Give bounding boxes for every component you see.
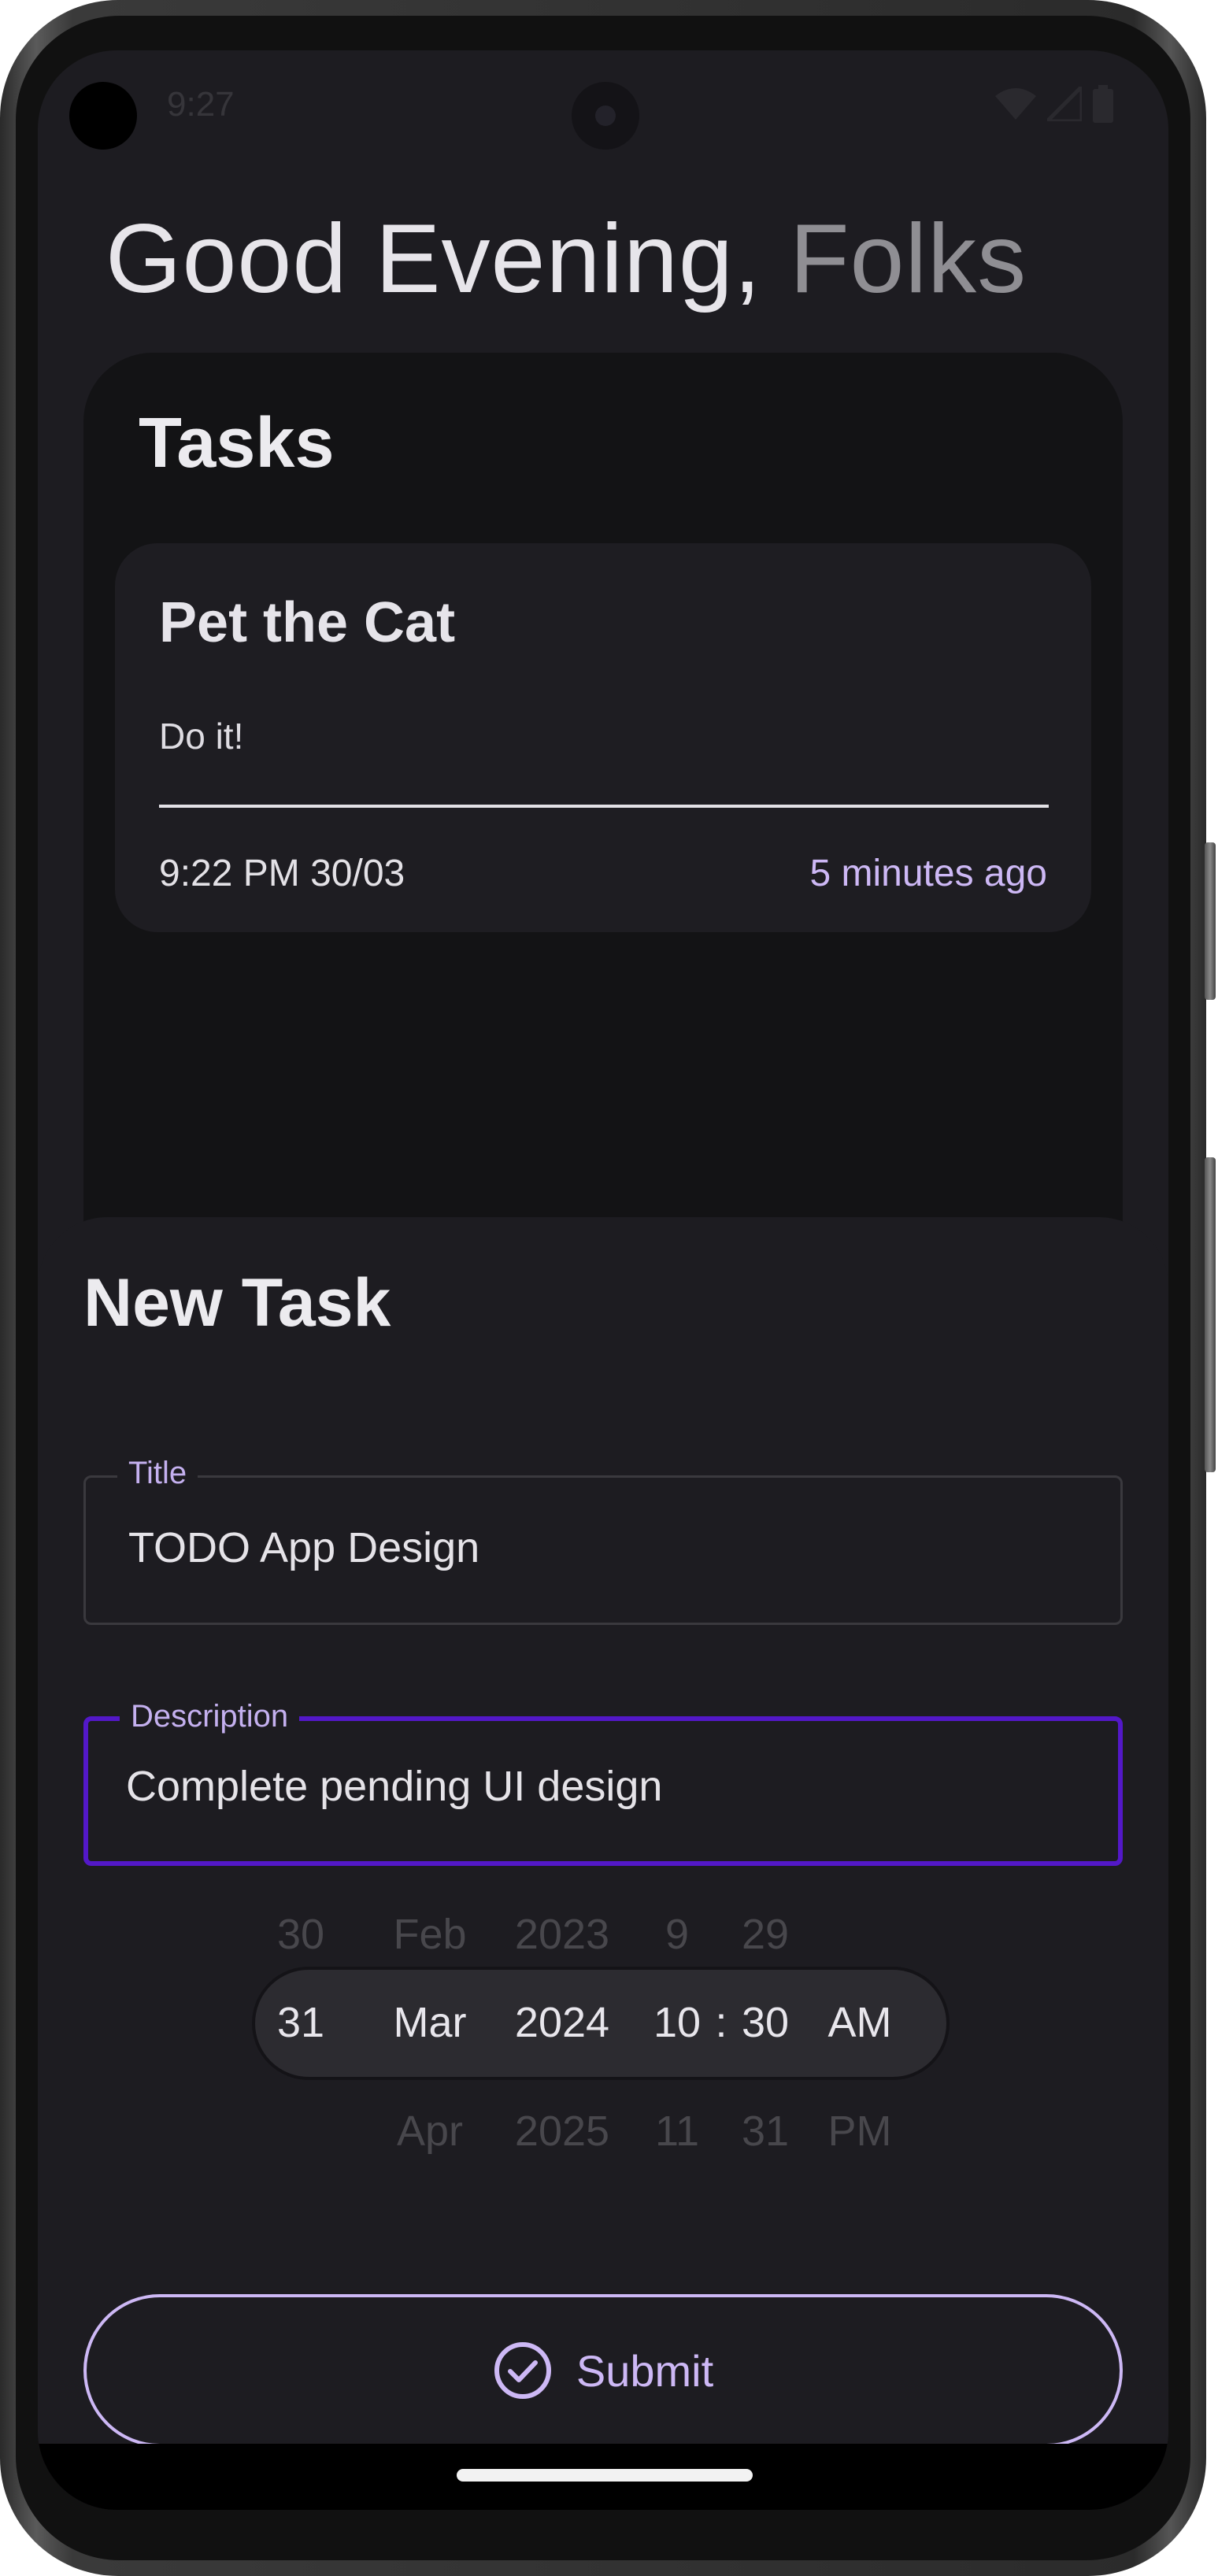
picker-minute-prev[interactable]: 29 [702, 1910, 828, 1959]
task-relative-time: 5 minutes ago [809, 853, 1047, 894]
task-description: Do it! [159, 716, 244, 757]
home-gesture-handle[interactable] [457, 2469, 753, 2482]
power-button [1205, 842, 1216, 1000]
submit-button-label: Submit [576, 2345, 714, 2396]
front-camera [572, 82, 639, 150]
title-field[interactable]: Title TODO App Design [83, 1456, 1123, 1625]
status-time: 9:27 [167, 85, 235, 124]
greeting-heading: Good Evening, Folks [106, 203, 1027, 315]
description-field-value[interactable]: Complete pending UI design [126, 1762, 662, 1811]
status-avatar-dot [69, 82, 137, 150]
new-task-title: New Task [83, 1265, 391, 1341]
picker-period-selected[interactable]: AM [797, 1998, 923, 2047]
description-field-label: Description [120, 1699, 300, 1734]
task-card[interactable]: Pet the Cat Do it! 9:22 PM 30/03 5 minut… [115, 543, 1091, 932]
new-task-sheet: New Task Title TODO App Design Descripti… [38, 1217, 1168, 2510]
picker-month-selected[interactable]: Mar [367, 1998, 493, 2047]
wifi-icon [995, 88, 1036, 120]
task-datetime: 9:22 PM 30/03 [159, 853, 405, 894]
task-title: Pet the Cat [159, 591, 456, 654]
tasks-panel: Tasks Pet the Cat Do it! 9:22 PM 30/03 5… [83, 353, 1123, 1297]
picker-month-prev[interactable]: Feb [367, 1910, 493, 1959]
greeting-name: Folks [789, 205, 1027, 313]
submit-button[interactable]: Submit [83, 2294, 1123, 2447]
battery-icon [1093, 85, 1113, 123]
title-field-value[interactable]: TODO App Design [128, 1523, 479, 1572]
volume-button [1205, 1157, 1216, 1472]
picker-year-selected[interactable]: 2024 [499, 1998, 625, 2047]
screen: 9:27 Good Evening, Folks Tasks Pet the C… [38, 50, 1168, 2510]
picker-period-next[interactable]: PM [797, 2107, 923, 2156]
picker-day-prev[interactable]: 30 [238, 1910, 364, 1959]
greeting-primary: Good Evening, [106, 205, 762, 313]
signal-icon [1047, 87, 1082, 121]
picker-year-next[interactable]: 2025 [499, 2107, 625, 2156]
task-divider [159, 805, 1049, 808]
tasks-title: Tasks [139, 404, 335, 483]
title-field-label: Title [117, 1456, 198, 1491]
picker-day-selected[interactable]: 31 [238, 1998, 364, 2047]
phone-frame: 9:27 Good Evening, Folks Tasks Pet the C… [0, 0, 1216, 2576]
check-circle-icon [494, 2342, 551, 2399]
description-field[interactable]: Description Complete pending UI design [83, 1699, 1123, 1866]
navigation-bar [38, 2444, 1168, 2510]
picker-year-prev[interactable]: 2023 [499, 1910, 625, 1959]
picker-month-next[interactable]: Apr [367, 2107, 493, 2156]
status-icons [995, 85, 1113, 123]
